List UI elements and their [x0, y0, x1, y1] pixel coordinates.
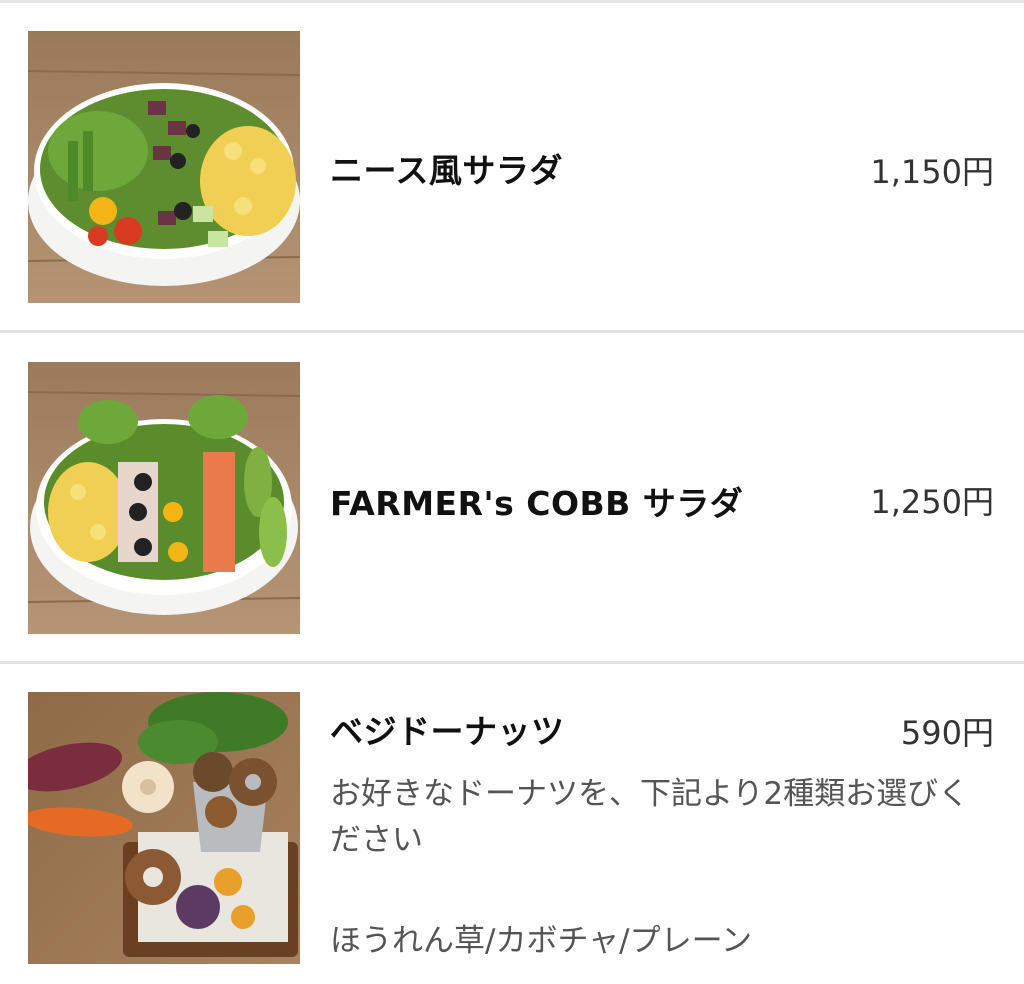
- item-options: ほうれん草/カボチャ/プレーン: [330, 923, 753, 959]
- menu-item-veggie-donuts[interactable]: ベジドーナッツ 590円 お好きなドーナツを、下記より2種類お選びください ほう…: [0, 663, 1024, 984]
- item-description: お好きなドーナツを、下記より2種類お選びください: [330, 776, 970, 858]
- nicoise-salad-photo: [28, 31, 300, 303]
- menu-item-nicoise-salad[interactable]: ニース風サラダ 1,150円: [0, 0, 1024, 333]
- item-price: 590円: [900, 714, 994, 752]
- item-name: ベジドーナッツ: [330, 712, 565, 751]
- veggie-donuts-photo: [28, 692, 300, 964]
- item-name: ニース風サラダ: [330, 151, 563, 190]
- menu-item-cobb-salad[interactable]: FARMER's COBB サラダ 1,250円: [0, 333, 1024, 664]
- item-price: 1,150円: [870, 153, 994, 191]
- cobb-salad-photo: [28, 362, 300, 634]
- item-name: FARMER's COBB サラダ: [330, 484, 744, 523]
- item-price: 1,250円: [870, 483, 994, 521]
- menu-list: ニース風サラダ 1,150円 FARMER's COBB サラダ 1,250円 …: [0, 0, 1024, 984]
